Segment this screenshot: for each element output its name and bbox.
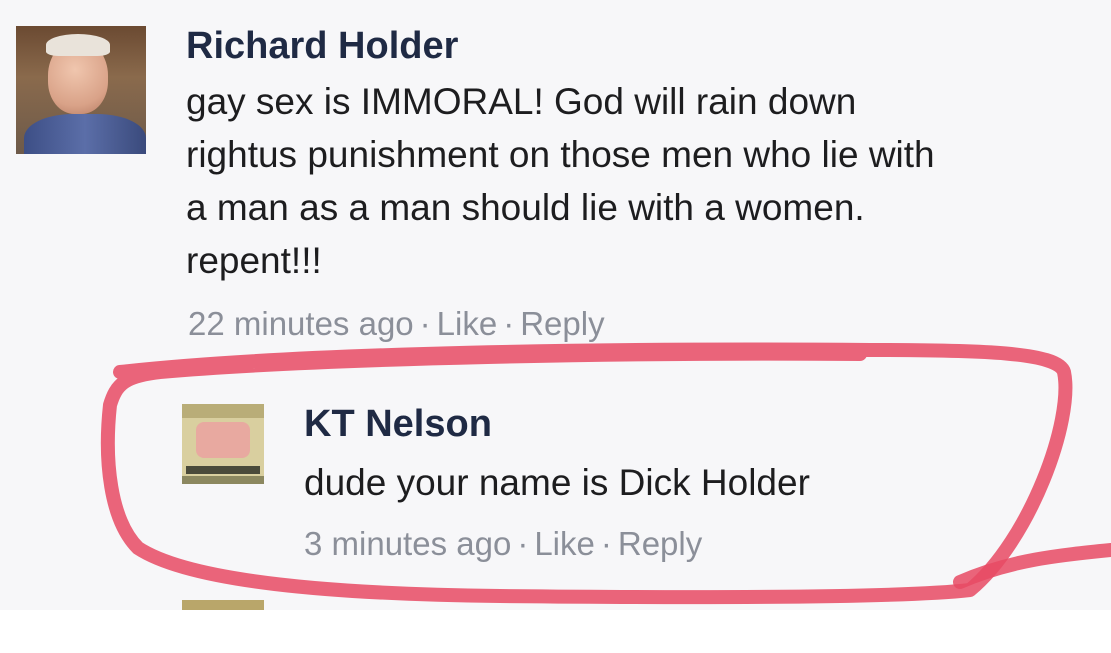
avatar-banner: [182, 404, 264, 418]
reply-author[interactable]: KT Nelson: [304, 402, 492, 446]
comment-body-line: gay sex is IMMORAL! God will rain down: [186, 81, 857, 122]
reply-link[interactable]: Reply: [618, 525, 702, 562]
avatar-hair: [46, 34, 110, 56]
like-link[interactable]: Like: [437, 305, 498, 342]
meta-separator: ·: [600, 525, 612, 562]
reply-body-line: dude your name is Dick Holder: [304, 462, 810, 503]
comment-thread: Richard Holder gay sex is IMMORAL! God w…: [0, 0, 1111, 610]
like-link[interactable]: Like: [534, 525, 595, 562]
avatar-banner: [182, 476, 264, 484]
avatar-next-comment[interactable]: [182, 600, 264, 610]
avatar-face: [196, 422, 250, 458]
scribble-tail: [953, 543, 1111, 589]
comment-timestamp[interactable]: 22 minutes ago: [188, 305, 414, 342]
comment-meta: 22 minutes ago · Like · Reply: [188, 304, 605, 344]
reply-timestamp[interactable]: 3 minutes ago: [304, 525, 511, 562]
comment-body: gay sex is IMMORAL! God will rain down r…: [186, 75, 1111, 287]
avatar-caption: [186, 466, 260, 474]
reply-body: dude your name is Dick Holder: [304, 456, 810, 509]
avatar-shirt: [24, 114, 146, 154]
meta-separator: ·: [503, 305, 515, 342]
reply-meta: 3 minutes ago · Like · Reply: [304, 524, 702, 564]
meta-separator: ·: [419, 305, 431, 342]
page-background: [0, 610, 1111, 653]
comment-author[interactable]: Richard Holder: [186, 24, 458, 68]
comment-body-line: repent!!!: [186, 240, 322, 281]
meta-separator: ·: [517, 525, 529, 562]
reply-link[interactable]: Reply: [520, 305, 604, 342]
avatar-kt-nelson[interactable]: [182, 404, 264, 484]
comment-body-line: rightus punishment on those men who lie …: [186, 134, 935, 175]
avatar-richard-holder[interactable]: [16, 26, 146, 154]
comment-body-line: a man as a man should lie with a women.: [186, 187, 865, 228]
